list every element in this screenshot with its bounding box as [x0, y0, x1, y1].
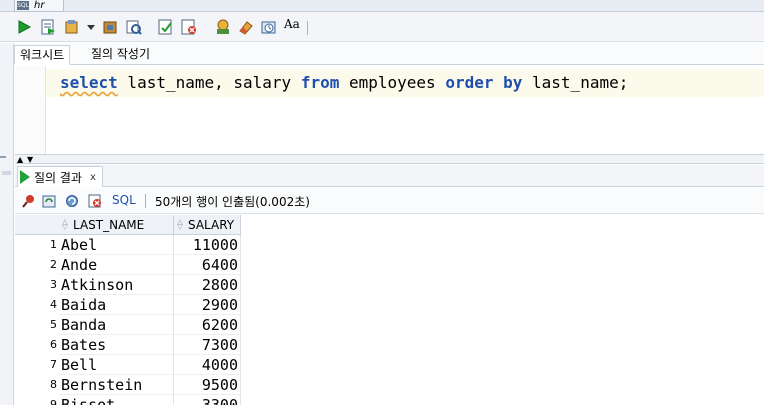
toolbar-separator	[307, 21, 308, 35]
dropdown-arrow-icon[interactable]	[86, 19, 96, 35]
pin-icon[interactable]	[22, 194, 36, 208]
row-number: 1	[50, 238, 57, 251]
editor-tab-bar: 워크시트 질의 작성기	[14, 43, 764, 65]
sql-keyword: from	[300, 73, 340, 92]
row-number: 4	[50, 298, 57, 311]
sql-statement-line[interactable]: select last_name, salary from employees …	[46, 69, 764, 97]
left-panel-strip	[0, 43, 14, 405]
run-icon	[20, 170, 30, 184]
toolbar-separator	[145, 194, 146, 208]
connection-tab-label: hr	[34, 0, 45, 11]
pane-splitter[interactable]: ▲ ▼	[15, 154, 764, 164]
cell-salary[interactable]: 2900	[174, 295, 241, 315]
table-row[interactable]: 4 Baida 2900	[15, 295, 241, 315]
editor-gutter	[15, 66, 46, 154]
cell-last-name[interactable]: Bates	[59, 335, 174, 355]
cell-last-name[interactable]: Bissot	[59, 395, 174, 405]
row-number-header	[15, 215, 59, 235]
cell-salary[interactable]: 2800	[174, 275, 241, 295]
autotrace-icon[interactable]	[126, 19, 142, 35]
row-number: 6	[50, 338, 57, 351]
cancel-icon[interactable]	[181, 19, 197, 35]
table-row[interactable]: 7 Bell 4000	[15, 355, 241, 375]
result-tab-bar: 질의 결과 x	[15, 165, 764, 187]
connection-tab-strip: SQL hr	[0, 0, 764, 12]
row-number: 2	[50, 258, 57, 271]
rollback-icon[interactable]	[103, 19, 119, 35]
column-header-salary[interactable]: △ ▽ SALARY	[174, 215, 241, 235]
sql-text: last_name, salary	[117, 73, 301, 92]
close-icon[interactable]: x	[90, 172, 96, 183]
cell-last-name[interactable]: Bell	[59, 355, 174, 375]
cell-salary[interactable]: 3300	[174, 395, 241, 405]
sql-keyword: select	[60, 73, 118, 92]
commit-icon[interactable]	[64, 19, 80, 35]
table-row[interactable]: 6 Bates 7300	[15, 335, 241, 355]
sql-tuning-icon[interactable]	[215, 19, 231, 35]
run-script-icon[interactable]	[40, 19, 56, 35]
collapse-up-icon[interactable]: ▲	[17, 156, 23, 164]
table-row[interactable]: 5 Banda 6200	[15, 315, 241, 335]
table-row[interactable]: 3 Atkinson 2800	[15, 275, 241, 295]
column-header-label: LAST_NAME	[73, 217, 145, 232]
table-row[interactable]: 8 Bernstein 9500	[15, 375, 241, 395]
cell-last-name[interactable]: Banda	[59, 315, 174, 335]
worksheet-toolbar: Aa	[0, 12, 764, 42]
tab-query-result[interactable]: 질의 결과 x	[17, 166, 103, 187]
grid-header: △ ▽ LAST_NAME △ ▽ SALARY	[15, 215, 241, 235]
panel-marker	[0, 156, 6, 158]
sql-editor[interactable]: select last_name, salary from employees …	[15, 66, 764, 154]
sql-keyword: order by	[445, 73, 523, 92]
cell-salary[interactable]: 7300	[174, 335, 241, 355]
cell-last-name[interactable]: Bernstein	[59, 375, 174, 395]
delete-icon[interactable]	[88, 194, 102, 208]
tab-worksheet[interactable]: 워크시트	[14, 45, 71, 65]
collapse-down-icon[interactable]: ▼	[27, 156, 33, 164]
view-sql-link[interactable]: SQL	[112, 193, 136, 207]
format-case-icon[interactable]: Aa	[284, 17, 304, 33]
run-statement-icon[interactable]	[16, 19, 32, 35]
refresh-icon[interactable]	[42, 194, 56, 208]
sql-text: employees	[339, 73, 446, 92]
results-grid[interactable]: △ ▽ LAST_NAME △ ▽ SALARY 1 Abel 11000 2 Ande 64…	[15, 215, 764, 405]
eraser-icon[interactable]	[238, 19, 254, 35]
refresh-data-icon[interactable]	[65, 194, 79, 208]
cell-last-name[interactable]: Ande	[59, 255, 174, 275]
table-row[interactable]: 2 Ande 6400	[15, 255, 241, 275]
sort-icon[interactable]: △ ▽	[61, 219, 69, 231]
sort-icon[interactable]: △ ▽	[176, 219, 184, 231]
panel-marker	[2, 171, 11, 175]
sql-worksheet-icon: SQL	[17, 1, 29, 10]
column-header-label: SALARY	[188, 217, 235, 232]
cell-salary[interactable]: 4000	[174, 355, 241, 375]
history-icon[interactable]	[261, 19, 277, 35]
fetch-status-text: 50개의 행이 인출됨(0.002초)	[155, 195, 310, 209]
cell-salary[interactable]: 9500	[174, 375, 241, 395]
cell-salary[interactable]: 11000	[174, 235, 241, 255]
cell-last-name[interactable]: Abel	[59, 235, 174, 255]
row-number: 3	[50, 278, 57, 291]
row-number: 9	[50, 398, 57, 405]
table-row[interactable]: 1 Abel 11000	[15, 235, 241, 255]
explain-plan-icon[interactable]	[158, 19, 174, 35]
cell-salary[interactable]: 6200	[174, 315, 241, 335]
row-number: 8	[50, 378, 57, 391]
sql-text: last_name;	[522, 73, 629, 92]
tab-query-builder[interactable]: 질의 작성기	[86, 45, 155, 65]
column-header-last-name[interactable]: △ ▽ LAST_NAME	[59, 215, 174, 235]
table-row[interactable]: 9 Bissot 3300	[15, 395, 241, 405]
row-number: 5	[50, 318, 57, 331]
result-toolbar: SQL 50개의 행이 인출됨(0.002초)	[15, 188, 764, 214]
cell-salary[interactable]: 6400	[174, 255, 241, 275]
row-number: 7	[50, 358, 57, 371]
connection-tab-hr[interactable]: SQL hr	[14, 0, 64, 12]
cell-last-name[interactable]: Atkinson	[59, 275, 174, 295]
cell-last-name[interactable]: Baida	[59, 295, 174, 315]
result-tab-label: 질의 결과	[34, 170, 82, 185]
